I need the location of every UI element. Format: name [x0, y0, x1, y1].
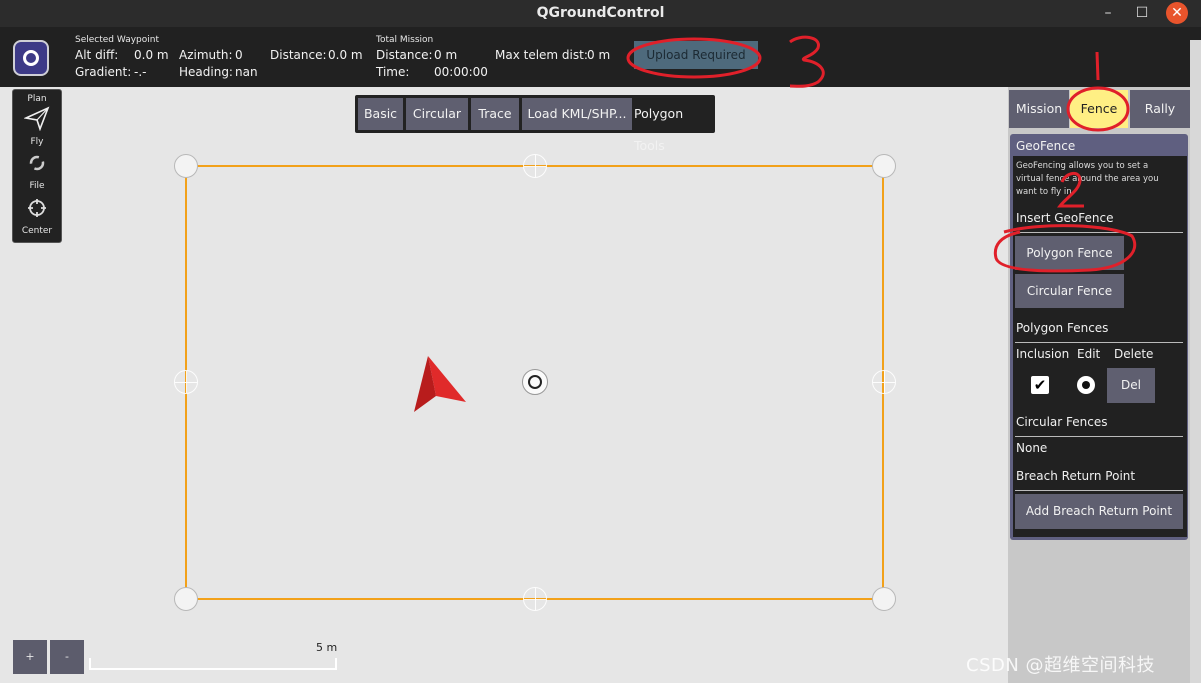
polygon-fences-header: Polygon Fences	[1016, 321, 1109, 335]
selected-waypoint-title: Selected Waypoint	[75, 35, 159, 45]
circular-fences-none: None	[1016, 441, 1048, 455]
center-label[interactable]: Center	[13, 226, 61, 236]
file-sync-icon[interactable]	[13, 154, 61, 177]
window-titlebar: QGroundControl – ☐ ✕	[0, 0, 1201, 27]
polygon-tools-bar: Basic Circular Trace Load KML/SHP... Pol…	[355, 95, 715, 153]
tab-rally[interactable]: Rally	[1130, 90, 1190, 128]
center-crosshair-icon[interactable]	[13, 198, 61, 223]
fence-vertex-handle[interactable]	[174, 587, 198, 611]
inclusion-column-header: Inclusion	[1016, 347, 1070, 361]
fence-split-handle[interactable]	[872, 370, 896, 394]
fence-vertex-handle[interactable]	[174, 154, 198, 178]
total-distance-value: 0 m	[434, 48, 458, 62]
load-kml-button[interactable]: Load KML/SHP...	[522, 98, 632, 130]
azimuth-label: Azimuth:	[179, 48, 233, 62]
tab-mission[interactable]: Mission	[1009, 90, 1069, 128]
time-label: Time:	[376, 65, 410, 79]
circular-fences-header: Circular Fences	[1016, 415, 1108, 429]
mission-info-bar: Selected Waypoint Alt diff: 0.0 m Gradie…	[0, 27, 1201, 87]
polygon-center-drag-icon[interactable]	[522, 369, 548, 395]
add-breach-return-button[interactable]: Add Breach Return Point	[1015, 494, 1183, 529]
breach-return-header: Breach Return Point	[1016, 469, 1136, 483]
delete-fence-button[interactable]: Del	[1107, 368, 1155, 403]
maximize-icon[interactable]: ☐	[1132, 4, 1152, 22]
file-label[interactable]: File	[13, 181, 61, 191]
zoom-out-button[interactable]: -	[50, 640, 84, 674]
scale-tick	[89, 658, 91, 670]
vehicle-arrow-icon	[414, 356, 466, 412]
time-value: 00:00:00	[434, 65, 488, 79]
upload-required-button[interactable]: Upload Required	[634, 41, 758, 69]
map-scale-label: 5 m	[316, 641, 338, 654]
geofence-description: GeoFencing allows you to set a virtual f…	[1016, 161, 1159, 197]
total-mission-title: Total Mission	[376, 35, 434, 45]
insert-geofence-header: Insert GeoFence	[1016, 211, 1114, 225]
heading-label: Heading:	[179, 65, 233, 79]
minimize-icon[interactable]: –	[1098, 4, 1118, 22]
circular-fence-button[interactable]: Circular Fence	[1015, 274, 1124, 308]
gradient-label: Gradient:	[75, 65, 132, 79]
geofence-title: GeoFence	[1016, 139, 1076, 153]
trace-button[interactable]: Trace	[471, 98, 519, 130]
close-icon[interactable]: ✕	[1166, 2, 1188, 24]
background-window-edge-right	[1190, 40, 1201, 683]
max-telem-value: 0 m	[587, 48, 611, 62]
plan-title: Plan	[27, 94, 47, 104]
edit-column-header: Edit	[1077, 347, 1101, 361]
fly-icon[interactable]	[13, 105, 61, 136]
watermark: CSDN @超维空间科技	[966, 655, 1156, 676]
divider	[1015, 342, 1183, 343]
fence-split-handle[interactable]	[523, 587, 547, 611]
fly-label[interactable]: Fly	[13, 137, 61, 147]
polygon-fence-button[interactable]: Polygon Fence	[1015, 236, 1124, 270]
fence-split-handle[interactable]	[174, 370, 198, 394]
fence-vertex-handle[interactable]	[872, 587, 896, 611]
divider	[1015, 490, 1183, 491]
edit-radio[interactable]	[1077, 376, 1095, 394]
distance-label: Distance:	[270, 48, 327, 62]
total-distance-label: Distance:	[376, 48, 433, 62]
inclusion-checkbox[interactable]: ✔	[1031, 376, 1049, 394]
max-telem-label: Max telem dist:	[495, 48, 588, 62]
scale-tick	[335, 658, 337, 670]
circular-button[interactable]: Circular	[406, 98, 468, 130]
distance-value: 0.0 m	[328, 48, 363, 62]
map-scale-bar	[89, 668, 337, 670]
divider	[1015, 436, 1183, 437]
polygon-tools-label: Polygon Tools	[634, 106, 684, 153]
divider	[1015, 232, 1183, 233]
qgc-logo-icon[interactable]	[13, 40, 49, 76]
tab-fence[interactable]: Fence	[1070, 90, 1128, 128]
zoom-in-button[interactable]: +	[13, 640, 47, 674]
background-window-edge	[0, 200, 8, 500]
delete-column-header: Delete	[1114, 347, 1154, 361]
alt-diff-value: 0.0 m	[134, 48, 169, 62]
heading-value: nan	[235, 65, 258, 79]
alt-diff-label: Alt diff:	[75, 48, 119, 62]
plan-toolbar: Plan Fly File Center	[12, 89, 62, 243]
azimuth-value: 0	[235, 48, 243, 62]
fence-vertex-handle[interactable]	[872, 154, 896, 178]
gradient-value: -.-	[134, 65, 147, 79]
basic-button[interactable]: Basic	[358, 98, 403, 130]
window-title: QGroundControl	[536, 5, 665, 21]
fence-split-handle[interactable]	[523, 154, 547, 178]
